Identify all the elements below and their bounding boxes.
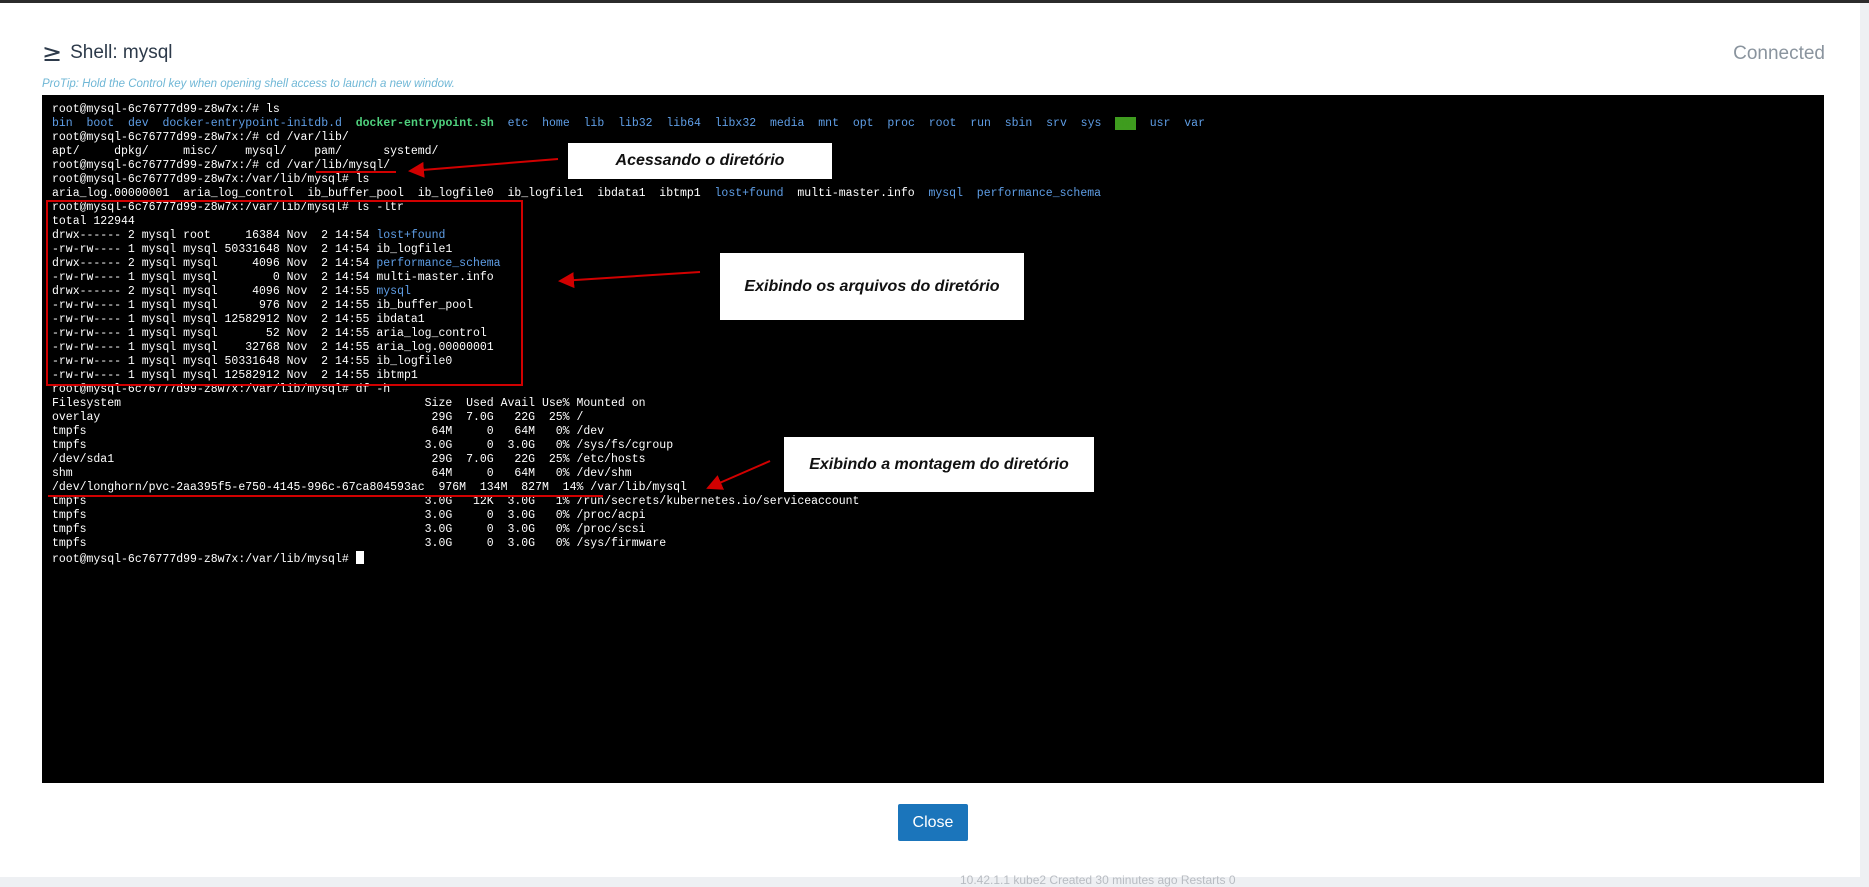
terminal-text: root@mysql-6c76777d99-z8w7x:/var/lib/mys… — [52, 173, 370, 186]
background-pod-info: 10.42.1.1 kube2 Created 30 minutes ago R… — [960, 873, 1236, 887]
cd-underline — [316, 171, 396, 173]
mount-underline — [48, 495, 603, 497]
terminal-line: tmpfs 3.0G 0 3.0G 0% /proc/scsi — [52, 523, 1205, 537]
terminal-text: tmpfs 64M 0 64M 0% /dev — [52, 425, 605, 438]
terminal-line: root@mysql-6c76777d99-z8w7x:/# ls — [52, 103, 1205, 117]
ls-ltr-highlight-box — [46, 200, 523, 386]
terminal-text: tmpfs 3.0G 0 3.0G 0% /proc/acpi — [52, 509, 646, 522]
terminal-text: tmpfs 3.0G 0 3.0G 0% /sys/fs/cgroup — [52, 439, 674, 452]
directory-entry: lib32 — [618, 117, 653, 130]
callout-accessing-directory: Acessando o diretório — [568, 143, 832, 179]
terminal-text: /dev/longhorn/pvc-2aa395f5-e750-4145-996… — [52, 481, 687, 494]
directory-entry: mysql — [928, 187, 963, 200]
directory-entry: srv — [1046, 117, 1067, 130]
directory-entry: dev — [127, 117, 149, 130]
terminal-text: tmpfs 3.0G 0 3.0G 0% /sys/firmware — [52, 537, 667, 550]
terminal-line: tmpfs 3.0G 12K 3.0G 1% /run/secrets/kube… — [52, 495, 1205, 509]
terminal-text: apt/ dpkg/ misc/ mysql/ pam/ systemd/ — [52, 145, 439, 158]
directory-entry: lost+found — [714, 187, 784, 200]
directory-entry: root — [928, 117, 957, 130]
terminal-line: tmpfs 3.0G 0 3.0G 0% /sys/firmware — [52, 537, 1205, 551]
terminal-line: overlay 29G 7.0G 22G 25% / — [52, 411, 1205, 425]
directory-entry: lib — [583, 117, 605, 130]
terminal-text: tmpfs 3.0G 0 3.0G 0% /proc/scsi — [52, 523, 646, 536]
directory-entry: boot — [86, 117, 115, 130]
close-button[interactable]: Close — [898, 804, 968, 841]
directory-entry: run — [970, 117, 991, 130]
directory-entry: media — [769, 117, 805, 130]
directory-entry: mnt — [818, 117, 839, 130]
directory-entry: lib64 — [666, 117, 701, 130]
directory-entry: etc — [507, 117, 529, 130]
directory-entry: home — [542, 117, 570, 130]
terminal-line: root@mysql-6c76777d99-z8w7x:/var/lib/mys… — [52, 551, 1205, 566]
terminal-text: root@mysql-6c76777d99-z8w7x:/var/lib/mys… — [52, 553, 356, 566]
terminal-line: Filesystem Size Used Avail Use% Mounted … — [52, 397, 1205, 411]
directory-entry: opt — [852, 117, 874, 130]
terminal-text: root@mysql-6c76777d99-z8w7x:/# ls — [52, 103, 280, 116]
shell-prompt-icon: ≥ — [42, 39, 63, 67]
connection-status: Connected — [1733, 43, 1825, 64]
callout-listing-files: Exibindo os arquivos do diretório — [720, 253, 1024, 320]
directory-entry: docker-entrypoint-initdb.d — [162, 117, 342, 130]
directory-entry: libx32 — [714, 117, 757, 130]
terminal-line: bin boot dev docker-entrypoint-initdb.d … — [52, 117, 1205, 131]
protip-text: ProTip: Hold the Control key when openin… — [42, 78, 455, 90]
sticky-directory-entry: tmp — [1115, 117, 1136, 130]
directory-entry: sys — [1080, 117, 1102, 130]
terminal-cursor — [355, 551, 364, 564]
modal-header: ≥ Shell: mysql — [42, 41, 173, 65]
terminal-text: multi-master.info — [783, 187, 929, 200]
terminal-line: aria_log.00000001 aria_log_control ib_bu… — [52, 187, 1205, 201]
shell-modal: 10.42.1.1 kube2 Created 30 minutes ago R… — [0, 3, 1860, 887]
terminal-text: /dev/sda1 29G 7.0G 22G 25% /etc/hosts — [52, 453, 646, 466]
callout-mount-directory: Exibindo a montagem do diretório — [784, 437, 1094, 492]
terminal-text: shm 64M 0 64M 0% /dev/shm — [52, 467, 632, 480]
directory-entry: usr — [1149, 117, 1171, 130]
terminal-line: tmpfs 3.0G 0 3.0G 0% /proc/acpi — [52, 509, 1205, 523]
terminal-text: root@mysql-6c76777d99-z8w7x:/# cd /var/l… — [52, 131, 349, 144]
executable-entry: docker-entrypoint.sh — [355, 117, 494, 130]
directory-entry: performance_schema — [976, 187, 1102, 200]
terminal-text: aria_log.00000001 aria_log_control ib_bu… — [52, 187, 715, 200]
directory-entry: bin — [52, 117, 73, 130]
terminal-text: Filesystem Size Used Avail Use% Mounted … — [52, 397, 646, 410]
directory-entry: sbin — [1004, 117, 1033, 130]
directory-entry: var — [1184, 117, 1205, 130]
directory-entry: proc — [887, 117, 915, 130]
terminal-text: overlay 29G 7.0G 22G 25% / — [52, 411, 584, 424]
modal-title: Shell: mysql — [70, 42, 173, 63]
